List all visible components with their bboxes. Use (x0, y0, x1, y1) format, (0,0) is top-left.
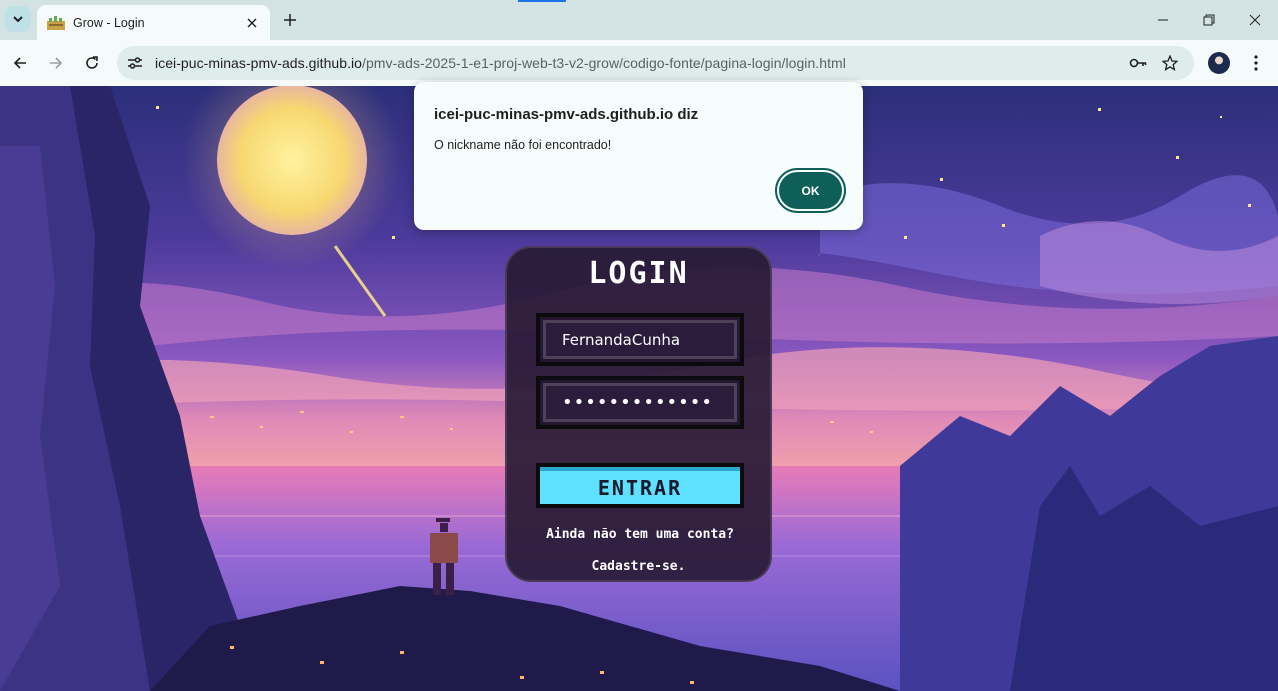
site-info-icon[interactable] (124, 52, 146, 74)
signup-question: Ainda não tem uma conta? (546, 527, 734, 542)
nickname-field (536, 313, 744, 366)
more-menu-icon[interactable] (1246, 52, 1266, 74)
alert-ok-label: OK (779, 172, 842, 209)
url-host: icei-puc-minas-pmv-ads.github.io (155, 55, 363, 71)
avatar[interactable] (1208, 52, 1230, 74)
minimize-icon[interactable] (1151, 8, 1175, 32)
reload-icon[interactable] (80, 51, 104, 75)
password-field (536, 376, 744, 429)
nickname-input[interactable] (546, 323, 734, 356)
tab-title: Grow - Login (73, 15, 145, 30)
url-text: icei-puc-minas-pmv-ads.github.io/pmv-ads… (155, 55, 846, 71)
address-bar[interactable]: icei-puc-minas-pmv-ads.github.io/pmv-ads… (117, 46, 1194, 80)
browser-toolbar: icei-puc-minas-pmv-ads.github.io/pmv-ads… (0, 40, 1278, 86)
enter-button[interactable]: ENTRAR (536, 463, 744, 508)
enter-button-label: ENTRAR (540, 467, 740, 504)
tab-strip: Grow - Login (0, 0, 1278, 40)
signup-link[interactable]: Cadastre-se. (507, 559, 770, 574)
tab-search-button[interactable] (5, 6, 31, 32)
alert-message: O nickname não foi encontrado! (434, 138, 612, 152)
close-window-icon[interactable] (1243, 8, 1267, 32)
url-path: /pmv-ads-2025-1-e1-proj-web-t3-v2-grow/c… (362, 55, 846, 71)
password-input[interactable] (546, 386, 734, 419)
chevron-down-icon (13, 16, 23, 23)
forward-icon[interactable] (44, 51, 68, 75)
plus-icon[interactable] (280, 10, 300, 30)
loading-indicator (518, 0, 566, 2)
grow-favicon-icon (47, 15, 65, 30)
restore-icon[interactable] (1197, 8, 1221, 32)
back-icon[interactable] (8, 51, 32, 75)
alert-title: icei-puc-minas-pmv-ads.github.io diz (434, 106, 699, 123)
nickname-field-frame (543, 320, 737, 359)
login-title: LOGIN (588, 256, 689, 291)
login-card: LOGIN ENTRAR Ainda não tem uma conta? Ca… (505, 246, 772, 582)
alert-ok-button[interactable]: OK (775, 168, 846, 213)
close-icon[interactable] (244, 15, 260, 31)
key-icon[interactable] (1128, 53, 1148, 73)
password-field-frame (543, 383, 737, 422)
tab-grow-login[interactable]: Grow - Login (37, 5, 270, 40)
star-icon[interactable] (1160, 53, 1180, 73)
